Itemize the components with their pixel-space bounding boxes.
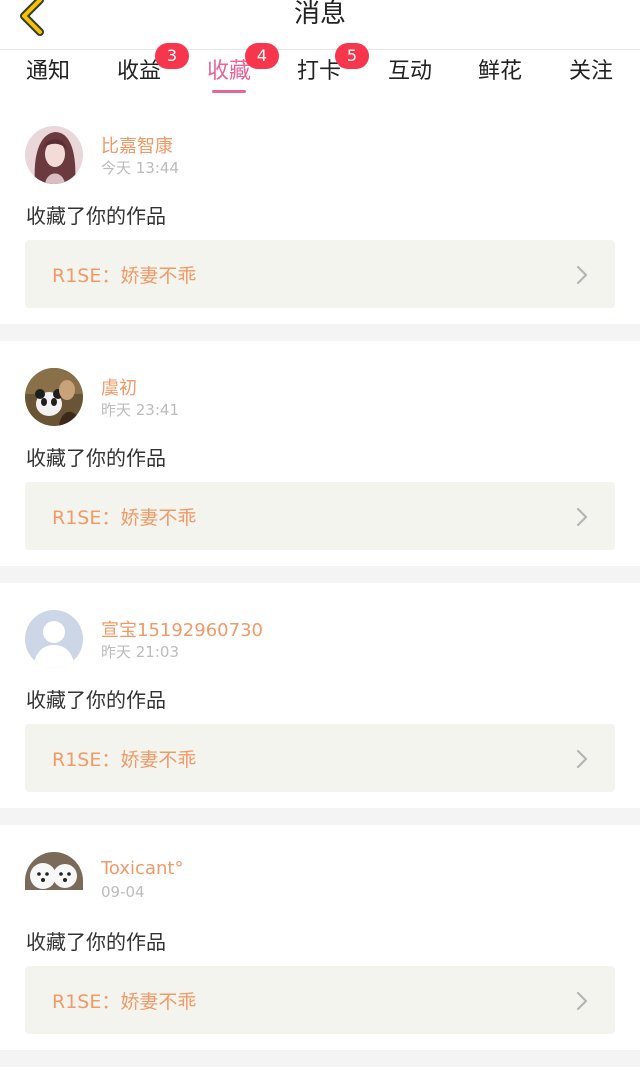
tab-label: 收藏	[206, 59, 251, 84]
tab-notice[interactable]: 通知	[23, 57, 73, 99]
default-user-avatar-icon	[25, 610, 83, 668]
message-card: 虞初 昨天 23:41 收藏了你的作品 R1SE：娇妻不乖	[0, 341, 640, 566]
unread-badge: 5	[335, 43, 369, 69]
chevron-right-icon	[576, 265, 588, 285]
work-title: R1SE：娇妻不乖	[52, 507, 197, 529]
unread-badge: 3	[155, 43, 189, 69]
tab-interaction[interactable]: 互动	[385, 57, 435, 99]
tab-label: 通知	[25, 59, 70, 84]
active-tab-indicator	[212, 90, 246, 93]
tab-bar: 通知 收益 3 收藏 4 打卡 5 互动 鲜花 关注	[0, 43, 640, 99]
message-list: 比嘉智康 今天 13:44 收藏了你的作品 R1SE：娇妻不乖 虞初 昨天 23…	[0, 99, 640, 1067]
timestamp: 昨天 23:41	[101, 401, 179, 419]
card-divider	[0, 1050, 640, 1067]
username[interactable]: 宣宝15192960730	[101, 616, 263, 642]
username[interactable]: 虞初	[101, 374, 137, 400]
tab-label: 打卡	[296, 59, 341, 84]
card-divider	[0, 808, 640, 825]
tab-label: 鲜花	[477, 59, 522, 84]
tab-checkin[interactable]: 打卡 5	[294, 43, 369, 99]
avatar[interactable]	[25, 368, 83, 426]
tab-flowers[interactable]: 鲜花	[475, 57, 525, 99]
panda-photo-avatar-icon	[25, 368, 83, 426]
work-link[interactable]: R1SE：娇妻不乖	[25, 240, 615, 308]
avatar[interactable]	[25, 610, 83, 668]
timestamp: 昨天 21:03	[101, 643, 179, 661]
work-title: R1SE：娇妻不乖	[52, 265, 197, 287]
timestamp: 09-04	[101, 883, 145, 901]
message-card: 比嘉智康 今天 13:44 收藏了你的作品 R1SE：娇妻不乖	[0, 99, 640, 324]
work-link[interactable]: R1SE：娇妻不乖	[25, 966, 615, 1034]
work-title: R1SE：娇妻不乖	[52, 749, 197, 771]
tab-label: 收益	[116, 59, 161, 84]
avatar[interactable]	[25, 126, 83, 184]
work-link[interactable]: R1SE：娇妻不乖	[25, 724, 615, 792]
action-text: 收藏了你的作品	[26, 688, 166, 712]
work-title: R1SE：娇妻不乖	[52, 991, 197, 1013]
action-text: 收藏了你的作品	[26, 204, 166, 228]
chevron-right-icon	[576, 991, 588, 1011]
page-title: 消息	[293, 0, 346, 29]
tab-earnings[interactable]: 收益 3	[114, 43, 189, 99]
white-dogs-avatar-icon	[25, 852, 83, 890]
chevron-right-icon	[576, 507, 588, 527]
message-card: 宣宝15192960730 昨天 21:03 收藏了你的作品 R1SE：娇妻不乖	[0, 583, 640, 808]
chevron-right-icon	[576, 749, 588, 769]
action-text: 收藏了你的作品	[26, 446, 166, 470]
username[interactable]: Toxicant°	[101, 858, 183, 879]
header-bar: 消息	[0, 0, 640, 50]
tab-label: 互动	[387, 59, 432, 84]
unread-badge: 4	[245, 43, 279, 69]
work-link[interactable]: R1SE：娇妻不乖	[25, 482, 615, 550]
timestamp: 今天 13:44	[101, 159, 179, 177]
card-divider	[0, 324, 640, 341]
message-card: Toxicant° 09-04 收藏了你的作品 R1SE：娇妻不乖	[0, 825, 640, 1050]
username[interactable]: 比嘉智康	[101, 132, 173, 158]
action-text: 收藏了你的作品	[26, 930, 166, 954]
card-divider	[0, 566, 640, 583]
tab-favorites[interactable]: 收藏 4	[204, 43, 279, 99]
tab-follow[interactable]: 关注	[566, 57, 616, 99]
avatar[interactable]	[25, 852, 83, 890]
anime-girl-avatar-icon	[25, 126, 83, 184]
tab-label: 关注	[568, 59, 613, 84]
